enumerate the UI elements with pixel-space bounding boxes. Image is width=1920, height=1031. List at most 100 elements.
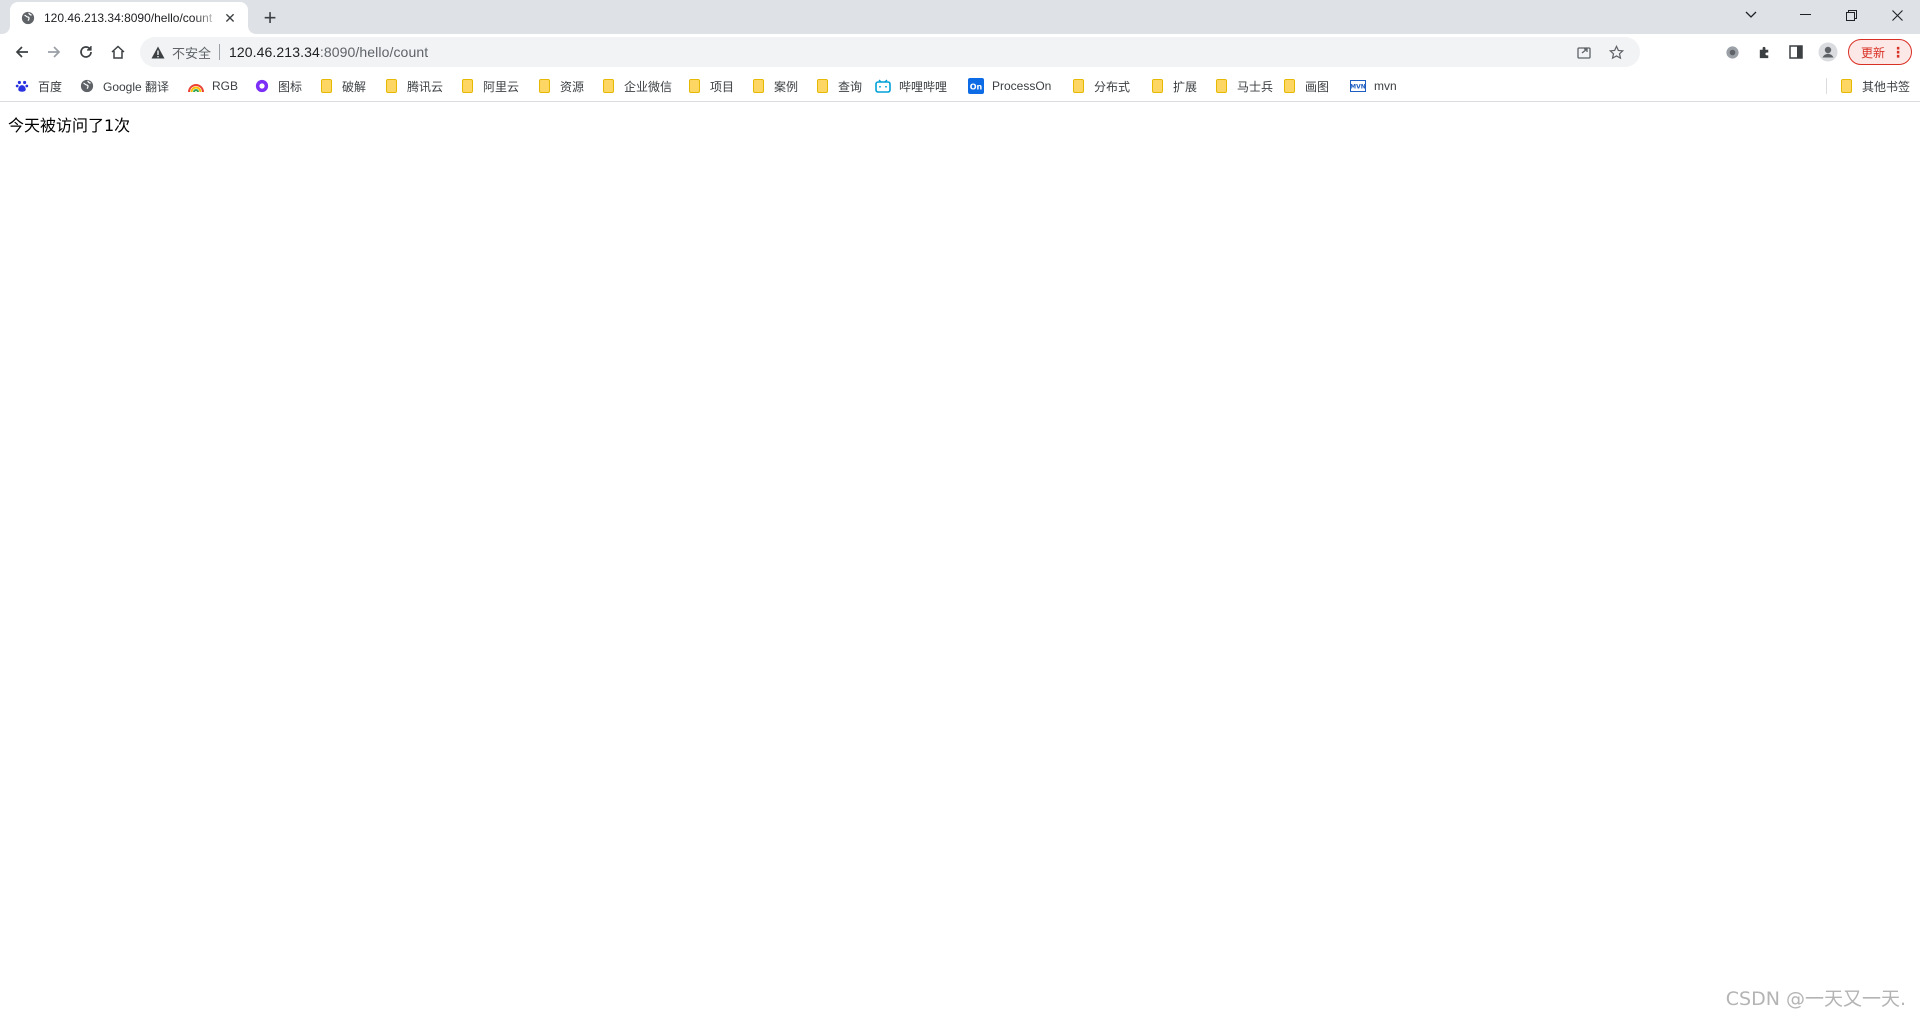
bookmark-label: 哔哩哔哩 [899,79,948,94]
folder-icon [686,78,702,94]
bookmark-item[interactable]: 画图 [1275,74,1335,98]
warning-icon[interactable] [150,44,166,60]
arrow-left-icon [15,46,28,58]
bookmark-item[interactable]: On ProcessOn [962,74,1057,98]
bookmark-item[interactable]: 阿里云 [453,74,525,98]
bookmark-item[interactable]: 破解 [312,74,372,98]
mvn-icon: MVN [1350,78,1366,94]
bookmark-item[interactable]: 哔哩哔哩 [869,74,953,98]
iconfont-icon [254,78,270,94]
share-button[interactable] [1568,37,1600,67]
omnibox-divider [219,44,221,60]
tab-title: 120.46.213.34:8090/hello/count [44,11,213,25]
forward-button[interactable] [40,38,68,66]
tab-search-button[interactable] [1728,0,1774,30]
folder-icon [536,78,552,94]
bookmark-star-button[interactable] [1600,37,1632,67]
home-button[interactable] [104,38,132,66]
bookmark-label: 其他书签 [1862,79,1911,94]
bookmark-item[interactable]: 案例 [744,74,804,98]
bookmark-item[interactable]: 企业微信 [594,74,678,98]
bookmark-label: 画图 [1305,79,1330,94]
toolbar: 不安全 120.46.213.34:8090/hello/count 更新 ⋮ [0,34,1920,70]
bookmark-label: 分布式 [1094,79,1131,94]
bookmark-item[interactable]: 扩展 [1143,74,1203,98]
bookmark-label: 项目 [710,79,735,94]
svg-text:On: On [970,83,983,92]
minimize-button[interactable] [1782,0,1828,30]
share-icon [1577,47,1591,59]
bookmark-other[interactable]: 其他书签 [1832,74,1916,98]
folder-icon [1838,78,1854,94]
rainbow-icon [188,78,204,94]
bookmark-item[interactable]: 图标 [248,74,308,98]
avatar-icon [1818,42,1838,62]
puzzle-icon [1759,46,1768,58]
back-button[interactable] [8,38,36,66]
omnibox-actions [1568,37,1632,67]
star-icon [1608,44,1624,59]
bookmark-label: mvn [1374,79,1397,93]
bookmark-label: 查询 [838,79,863,94]
folder-icon [318,78,334,94]
new-tab-button[interactable]: + [258,5,282,30]
extension-circle-icon [1725,45,1739,59]
side-panel-icon [1789,45,1803,59]
processon-icon: On [968,78,984,94]
folder-icon [814,78,830,94]
folder-icon [1213,78,1229,94]
csdn-watermark: CSDN @一天又一天. [1725,988,1906,1010]
home-icon [111,45,125,59]
bookmark-item[interactable]: 百度 [8,74,68,98]
side-panel-button[interactable] [1780,38,1812,66]
bookmark-item[interactable]: Google 翻译 [73,74,175,98]
restore-button[interactable] [1828,0,1874,30]
bookmark-label: 百度 [38,79,63,94]
profile-button[interactable] [1812,38,1844,66]
bookmark-item[interactable]: 分布式 [1064,74,1136,98]
svg-text:MVN: MVN [1350,84,1366,91]
address-bar[interactable]: 不安全 120.46.213.34:8090/hello/count [140,37,1640,67]
bookmark-item[interactable]: 马士兵 [1207,74,1279,98]
chevron-down-icon [1745,11,1757,18]
arrow-right-icon [48,46,61,58]
update-label: 更新 [1861,45,1886,60]
bookmark-item[interactable]: 资源 [530,74,590,98]
tab-active[interactable]: 120.46.213.34:8090/hello/count ✕ [10,2,248,34]
close-window-button[interactable] [1874,0,1920,30]
bookmark-item[interactable]: 腾讯云 [377,74,449,98]
folder-icon [750,78,766,94]
bookmark-label: 腾讯云 [407,79,444,94]
baidu-icon [14,78,30,94]
bookmark-label: RGB [212,79,239,93]
bookmark-label: 马士兵 [1237,79,1274,94]
bookmark-label: 图标 [278,79,303,94]
folder-icon [1149,78,1165,94]
extension-button[interactable] [1716,38,1748,66]
reload-icon [80,46,92,58]
bookmark-label: ProcessOn [992,79,1052,93]
reload-button[interactable] [72,38,100,66]
folder-icon [459,78,475,94]
window-controls [1728,0,1920,34]
tab-close-icon[interactable]: ✕ [220,8,240,28]
folder-icon [383,78,399,94]
extensions-area: 更新 ⋮ [1716,38,1912,66]
bookmark-item[interactable]: RGB [182,74,244,98]
url-path: :8090/hello/count [319,44,429,60]
page-content: 今天被访问了1次 CSDN @一天又一天. [0,103,1920,1031]
url-text[interactable]: 120.46.213.34:8090/hello/count [229,44,428,60]
bookmark-item[interactable]: MVN mvn [1344,74,1403,98]
folder-icon [1070,78,1086,94]
tab-strip: 120.46.213.34:8090/hello/count ✕ + [0,0,1920,34]
bookmark-label: 企业微信 [624,79,673,94]
update-button[interactable]: 更新 ⋮ [1848,39,1912,65]
bookmarks-bar: 其他书签 百度 Google 翻译 RGB 图标 破解 腾讯云 阿里云 资源 企业微信 项目 案例 查… [0,70,1920,102]
bookmark-item[interactable]: 项目 [680,74,740,98]
bookmark-label: 资源 [560,79,585,94]
security-label[interactable]: 不安全 [172,43,211,62]
visit-count-message: 今天被访问了1次 [8,116,131,135]
extensions-menu-button[interactable] [1748,38,1780,66]
bookmark-item[interactable]: 查询 [808,74,868,98]
globe-icon [79,78,95,94]
